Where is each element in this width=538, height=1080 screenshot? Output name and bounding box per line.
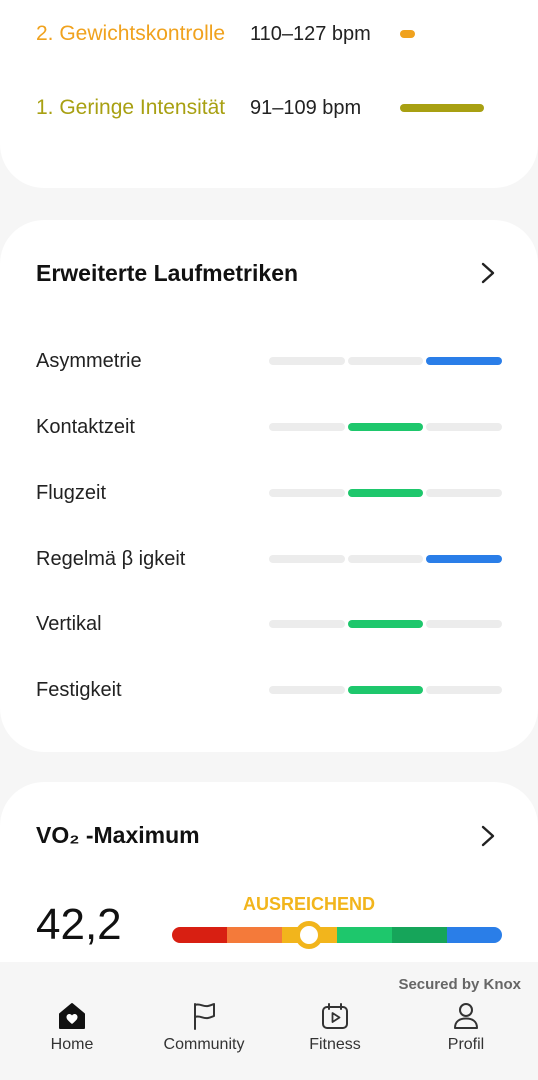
metric-level-bar [269, 620, 503, 628]
zone-range: 91–109 bpm [250, 96, 362, 119]
metric-label: Kontaktzeit [36, 415, 135, 438]
scale-segment-excellent [447, 927, 502, 943]
metric-row-flight-time[interactable]: Flugzeit [36, 478, 503, 508]
level-segment [426, 489, 503, 497]
vo2-rating-label: AUSREICHEND [242, 894, 375, 914]
nav-item-home[interactable]: Home [7, 1000, 137, 1060]
person-icon [454, 1003, 478, 1029]
heart-rate-zones-card: 2. Gewichtskontrolle 110–127 bpm 1. Geri… [0, 0, 538, 188]
vo2-rating-scale [172, 927, 502, 943]
chevron-right-icon[interactable] [478, 824, 498, 848]
vo2-max-value: 42,2 [36, 900, 122, 949]
calendar-play-icon [322, 1003, 348, 1029]
level-segment [269, 489, 345, 497]
level-segment-active [426, 357, 503, 365]
nav-item-profile[interactable]: Profil [401, 1000, 531, 1060]
metric-level-bar [269, 489, 503, 497]
zone-name: 1. Geringe Intensität [36, 96, 226, 119]
level-segment [426, 423, 503, 431]
level-segment [269, 423, 345, 431]
nav-item-fitness[interactable]: Fitness [270, 1000, 400, 1060]
nav-item-community[interactable]: Community [139, 1000, 269, 1060]
zone-range: 110–127 bpm [250, 22, 371, 45]
level-segment-active [347, 489, 424, 497]
metric-row-asymmetry[interactable]: Asymmetrie [36, 346, 503, 376]
metric-level-bar [269, 423, 503, 431]
running-metrics-title: Erweiterte Laufmetriken [36, 260, 299, 286]
metric-level-bar [269, 686, 503, 694]
level-segment-active [347, 620, 424, 628]
home-heart-icon [59, 1003, 85, 1029]
level-segment-active [347, 423, 424, 431]
level-segment [347, 555, 424, 563]
zone-name: 2. Gewichtskontrolle [36, 22, 226, 45]
nav-label: Fitness [309, 1036, 361, 1053]
secured-by-knox-label: Secured by Knox [398, 976, 521, 993]
zone-bar [400, 30, 415, 38]
zone-row-weight-control: 2. Gewichtskontrolle 110–127 bpm [36, 19, 502, 49]
nav-label: Community [163, 1036, 245, 1053]
level-segment-active [426, 555, 503, 563]
level-segment-active [347, 686, 424, 694]
metric-level-bar [269, 555, 503, 563]
metric-level-bar [269, 357, 503, 365]
vo2-max-title: VO₂ -Maximum [36, 822, 200, 848]
metric-row-contact-time[interactable]: Kontaktzeit [36, 412, 503, 442]
level-segment [269, 686, 345, 694]
scale-segment-poor [227, 927, 282, 943]
level-segment [347, 357, 424, 365]
level-segment [269, 357, 345, 365]
vo2-position-marker [295, 921, 323, 949]
metric-row-regularity[interactable]: Regelmä β igkeit [36, 544, 503, 574]
nav-label: Profil [447, 1036, 485, 1053]
running-metrics-card[interactable]: Erweiterte Laufmetriken Asymmetrie Konta… [0, 220, 538, 752]
metric-label: Asymmetrie [36, 349, 142, 372]
level-segment [426, 620, 503, 628]
scale-segment-very-good [392, 927, 447, 943]
metric-label: Festigkeit [36, 678, 122, 701]
nav-label: Home [50, 1036, 94, 1053]
metric-label: Regelmä β igkeit [36, 547, 186, 570]
level-segment [269, 620, 345, 628]
chevron-right-icon[interactable] [478, 261, 498, 285]
scale-segment-very-poor [172, 927, 227, 943]
flag-icon [194, 1003, 215, 1030]
metric-label: Vertikal [36, 612, 102, 635]
level-segment [269, 555, 345, 563]
metric-row-vertical[interactable]: Vertikal [36, 609, 503, 639]
bottom-navigation: Secured by Knox Home Community Fitness P… [0, 962, 538, 1080]
scale-segment-good [337, 927, 392, 943]
metric-label: Flugzeit [36, 481, 107, 504]
zone-bar [400, 104, 484, 112]
zone-row-low-intensity: 1. Geringe Intensität 91–109 bpm [36, 93, 502, 123]
metric-row-stiffness[interactable]: Festigkeit [36, 675, 503, 705]
level-segment [426, 686, 503, 694]
